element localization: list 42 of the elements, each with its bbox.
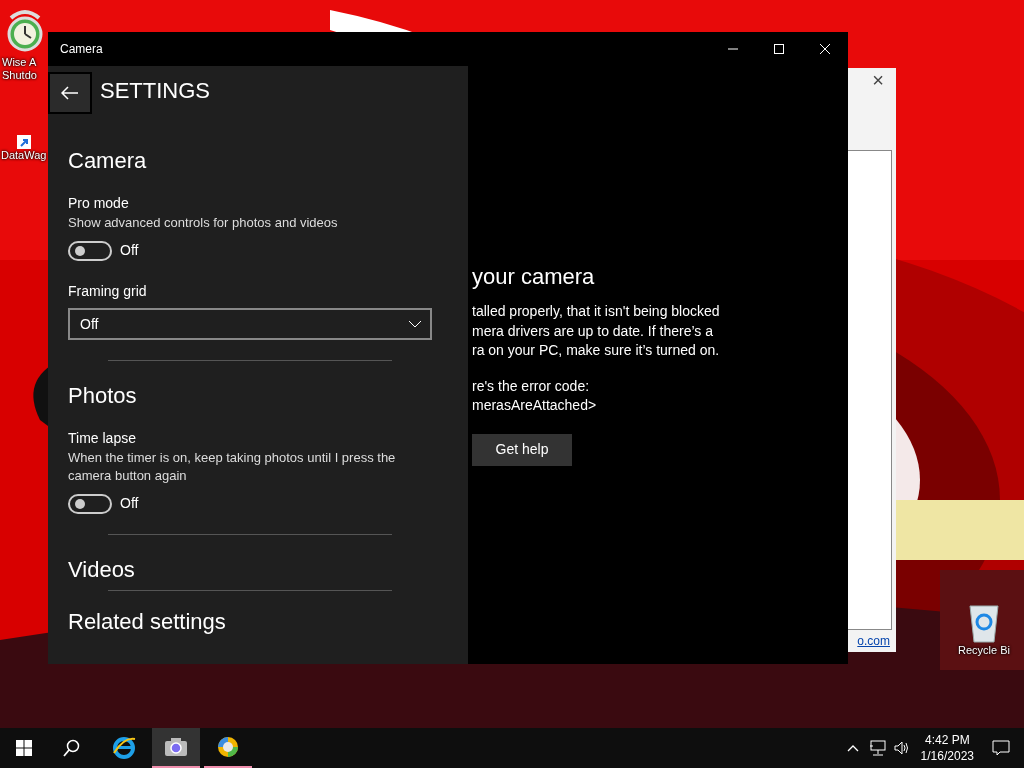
window-title: Camera bbox=[60, 41, 103, 58]
setting-label: Time lapse bbox=[68, 429, 137, 448]
close-icon bbox=[819, 43, 831, 55]
setting-label: Pro mode bbox=[68, 194, 130, 213]
settings-title: SETTINGS bbox=[100, 76, 210, 105]
speaker-icon[interactable] bbox=[892, 740, 911, 756]
notification-icon[interactable] bbox=[992, 740, 1010, 756]
icon-label: Recycle Bi bbox=[958, 644, 1010, 657]
camera-icon bbox=[164, 737, 188, 757]
windows-icon bbox=[16, 740, 32, 756]
chevron-up-icon[interactable] bbox=[846, 744, 859, 752]
back-arrow-icon bbox=[61, 86, 79, 100]
toggle-state: Off bbox=[120, 241, 139, 260]
section-heading: Photos bbox=[68, 382, 138, 410]
error-title: your camera bbox=[472, 264, 596, 291]
back-button[interactable] bbox=[48, 72, 92, 114]
error-code: re's the error code: merasAreAttached> bbox=[472, 376, 598, 416]
toggle-switch[interactable] bbox=[68, 240, 112, 261]
maximize-icon bbox=[773, 43, 785, 55]
search-icon bbox=[63, 739, 81, 757]
link[interactable]: o.com bbox=[857, 632, 890, 650]
section-heading: Related settings bbox=[68, 608, 227, 636]
browser-icon bbox=[112, 735, 136, 759]
close-icon[interactable]: × bbox=[872, 68, 884, 92]
shortcut-icon[interactable] bbox=[17, 135, 31, 149]
dropdown[interactable]: Off bbox=[68, 308, 432, 340]
setting-description: When the timer is on, keep taking photos until I press the camera button again bbox=[68, 449, 397, 485]
section-heading: Camera bbox=[68, 147, 148, 175]
chevron-down-icon bbox=[408, 320, 422, 328]
section-heading: Videos bbox=[68, 556, 136, 584]
orb-icon bbox=[216, 735, 240, 759]
taskbar-app[interactable] bbox=[152, 728, 200, 768]
error-message: talled properly, that it isn't being blocked mera drivers are up to date. If there’s a ra on your PC, make sure it’s turned on. bbox=[472, 302, 721, 361]
get-help-button[interactable]: Get help bbox=[472, 433, 572, 466]
setting-label: Framing grid bbox=[68, 282, 148, 301]
icon-label: DataWag bbox=[1, 149, 47, 162]
clock[interactable]: 4:42 PM 1/16/2023 bbox=[910, 732, 984, 764]
icon-label: Wise A Shutdo bbox=[2, 56, 37, 82]
setting-description: Show advanced controls for photos and videos bbox=[68, 214, 339, 232]
toggle-state: Off bbox=[120, 494, 139, 513]
toggle-switch[interactable] bbox=[68, 493, 112, 514]
network-icon[interactable] bbox=[868, 740, 887, 756]
